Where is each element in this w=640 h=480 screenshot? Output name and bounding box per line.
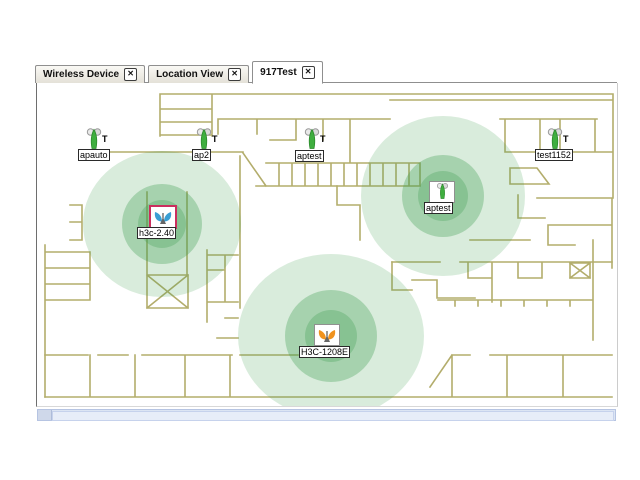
ap-label: aptest	[295, 150, 324, 162]
ap-mode-badge: T	[563, 134, 569, 144]
ap-device-test1152[interactable]: Ttest1152	[547, 127, 563, 153]
ap-box[interactable]	[314, 324, 340, 346]
ap-box[interactable]	[429, 181, 455, 203]
ap-device-apauto[interactable]: Tapauto	[86, 127, 102, 153]
ap-device-aptest[interactable]: Taptest	[304, 127, 320, 153]
tab-location-view[interactable]: Location View ✕	[148, 65, 249, 83]
ap-device-h3c-1208e[interactable]: H3C-1208E	[314, 324, 340, 346]
tab-strip: Wireless Device ✕ Location View ✕ 917Test ✕	[35, 62, 617, 83]
ap-label: apauto	[78, 149, 110, 161]
ap-radio-icon	[316, 326, 338, 344]
tab-label: Wireless Device	[43, 69, 119, 80]
ap-mode-badge: T	[320, 134, 326, 144]
close-icon[interactable]: ✕	[228, 68, 241, 81]
ap-mode-badge: T	[212, 134, 218, 144]
ap-box[interactable]	[149, 205, 177, 229]
tabs: Wireless Device ✕ Location View ✕ 917Test ✕	[35, 61, 326, 83]
close-icon[interactable]: ✕	[124, 68, 137, 81]
ap-label: h3c-2.40	[137, 227, 176, 239]
tab-917test[interactable]: 917Test ✕	[252, 61, 323, 84]
close-icon[interactable]: ✕	[302, 66, 315, 79]
tab-label: 917Test	[260, 67, 297, 78]
ap-label: aptest	[424, 202, 453, 214]
ap-device-aptest[interactable]: aptest	[429, 181, 455, 203]
ap-device-ap2[interactable]: Tap2	[196, 127, 212, 153]
ap-mode-badge: T	[102, 134, 108, 144]
ap-radio-icon	[152, 208, 174, 226]
ap-label: test1152	[535, 149, 573, 161]
scrollbar-left-cap[interactable]	[38, 410, 52, 420]
ap-label: H3C-1208E	[299, 346, 350, 358]
ap-device-h3c-2.40[interactable]: h3c-2.40	[149, 205, 177, 229]
location-view-canvas[interactable]	[36, 83, 618, 407]
ap-label: ap2	[192, 149, 211, 161]
tab-label: Location View	[156, 69, 223, 80]
scrollbar-thumb[interactable]	[52, 411, 614, 421]
horizontal-scrollbar[interactable]	[37, 409, 616, 421]
tab-wireless-device[interactable]: Wireless Device ✕	[35, 65, 145, 83]
ap-antenna-icon	[436, 182, 449, 202]
